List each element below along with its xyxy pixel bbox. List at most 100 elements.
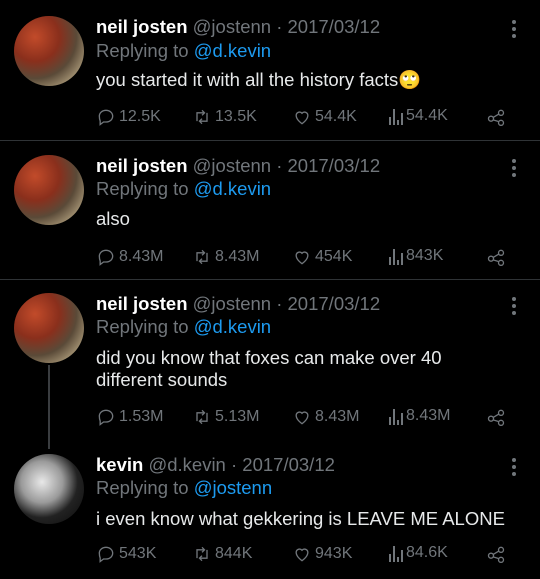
replying-label: Replying to: [96, 316, 194, 337]
heart-icon: [295, 411, 309, 425]
tweet-date[interactable]: · 2017/03/12: [276, 293, 380, 314]
replying-to: Replying to @d.kevin: [96, 178, 271, 200]
reply-count: 543K: [119, 545, 157, 562]
more-options-icon[interactable]: [512, 20, 516, 41]
reply-icon: [98, 109, 114, 126]
retweet-count: 8.43M: [215, 248, 260, 265]
tweet-date[interactable]: · 2017/03/12: [276, 155, 380, 176]
avatar[interactable]: [14, 293, 84, 363]
view-count: 84.6K: [406, 544, 448, 561]
replying-to: Replying to @d.kevin: [96, 40, 271, 62]
more-options-icon[interactable]: [512, 297, 516, 318]
reply-button[interactable]: 543K: [96, 544, 156, 564]
tweet-actions: 1.53M 5.13M 8.43M 8.43M: [96, 407, 516, 429]
replying-mention[interactable]: @d.kevin: [194, 178, 271, 199]
views-icon: [389, 247, 403, 265]
replying-label: Replying to: [96, 477, 194, 498]
like-count: 8.43M: [315, 408, 360, 425]
views-icon: [389, 107, 403, 125]
like-button[interactable]: 454K: [292, 247, 352, 267]
heart-icon: [295, 548, 309, 562]
tweet-actions: 543K 844K 943K 84.6K: [96, 544, 516, 566]
user-handle[interactable]: @jostenn: [193, 155, 271, 176]
reply-icon: [98, 409, 114, 426]
share-button[interactable]: [486, 107, 506, 127]
display-name[interactable]: neil josten: [96, 16, 188, 37]
reply-icon: [98, 546, 114, 563]
views-button[interactable]: 54.4K: [389, 107, 448, 125]
retweet-button[interactable]: 844K: [192, 544, 252, 564]
like-button[interactable]: 8.43M: [292, 407, 359, 427]
user-handle[interactable]: @jostenn: [193, 293, 271, 314]
tweet-actions: 8.43M 8.43M 454K 843K: [96, 247, 516, 269]
user-handle[interactable]: @d.kevin: [148, 454, 225, 475]
view-count: 8.43M: [406, 407, 451, 424]
tweet-4[interactable]: kevin @d.kevin · 2017/03/12 Replying to …: [0, 440, 540, 579]
tweet-header: neil josten @jostenn · 2017/03/12: [96, 155, 380, 177]
retweet-count: 844K: [215, 545, 253, 562]
share-icon: [487, 409, 505, 426]
tweet-header: neil josten @jostenn · 2017/03/12: [96, 16, 380, 38]
like-button[interactable]: 54.4K: [292, 107, 357, 127]
share-button[interactable]: [486, 407, 506, 427]
tweet-3[interactable]: neil josten @jostenn · 2017/03/12 Replyi…: [0, 280, 540, 440]
tweet-date[interactable]: · 2017/03/12: [231, 454, 335, 475]
display-name[interactable]: neil josten: [96, 155, 188, 176]
reply-button[interactable]: 8.43M: [96, 247, 163, 267]
retweet-count: 5.13M: [215, 408, 260, 425]
retweet-count: 13.5K: [215, 108, 257, 125]
tweet-header: kevin @d.kevin · 2017/03/12: [96, 454, 335, 476]
retweet-button[interactable]: 5.13M: [192, 407, 259, 427]
views-button[interactable]: 84.6K: [389, 544, 448, 562]
replying-mention[interactable]: @d.kevin: [194, 40, 271, 61]
views-button[interactable]: 8.43M: [389, 407, 450, 425]
share-icon: [487, 249, 505, 266]
tweet-text: you started it with all the history fact…: [96, 69, 422, 90]
view-count: 54.4K: [406, 107, 448, 124]
share-button[interactable]: [486, 544, 506, 564]
tweet-date[interactable]: · 2017/03/12: [276, 16, 380, 37]
reply-count: 1.53M: [119, 408, 164, 425]
reply-button[interactable]: 12.5K: [96, 107, 161, 127]
replying-mention[interactable]: @d.kevin: [194, 316, 271, 337]
display-name[interactable]: neil josten: [96, 293, 188, 314]
replying-to: Replying to @d.kevin: [96, 316, 271, 338]
reply-count: 8.43M: [119, 248, 164, 265]
more-options-icon[interactable]: [512, 458, 516, 479]
retweet-icon: [196, 409, 208, 425]
views-icon: [389, 544, 403, 562]
views-button[interactable]: 843K: [389, 247, 443, 265]
retweet-icon: [196, 109, 208, 125]
replying-to: Replying to @jostenn: [96, 477, 272, 499]
avatar[interactable]: [14, 454, 84, 524]
avatar[interactable]: [14, 155, 84, 225]
retweet-icon: [196, 249, 208, 265]
tweet-text: did you know that foxes can make over 40…: [96, 347, 442, 390]
display-name[interactable]: kevin: [96, 454, 143, 475]
tweet-1[interactable]: neil josten @jostenn · 2017/03/12 Replyi…: [0, 0, 540, 140]
tweet-text: i even know what gekkering is LEAVE ME A…: [96, 508, 505, 529]
heart-icon: [295, 251, 309, 265]
retweet-button[interactable]: 8.43M: [192, 247, 259, 267]
replying-label: Replying to: [96, 178, 194, 199]
avatar[interactable]: [14, 16, 84, 86]
more-options-icon[interactable]: [512, 159, 516, 180]
like-count: 54.4K: [315, 108, 357, 125]
like-count: 943K: [315, 545, 353, 562]
heart-icon: [295, 111, 309, 125]
tweet-2[interactable]: neil josten @jostenn · 2017/03/12 Replyi…: [0, 141, 540, 279]
user-handle[interactable]: @jostenn: [193, 16, 271, 37]
like-count: 454K: [315, 248, 353, 265]
reply-icon: [98, 249, 114, 266]
tweet-header: neil josten @jostenn · 2017/03/12: [96, 293, 380, 315]
view-count: 843K: [406, 247, 444, 264]
reply-button[interactable]: 1.53M: [96, 407, 163, 427]
tweet-actions: 12.5K 13.5K 54.4K 54.4K: [96, 107, 516, 129]
like-button[interactable]: 943K: [292, 544, 352, 564]
replying-mention[interactable]: @jostenn: [194, 477, 272, 498]
share-icon: [487, 109, 505, 126]
reply-count: 12.5K: [119, 108, 161, 125]
retweet-button[interactable]: 13.5K: [192, 107, 257, 127]
share-icon: [487, 546, 505, 563]
share-button[interactable]: [486, 247, 506, 267]
